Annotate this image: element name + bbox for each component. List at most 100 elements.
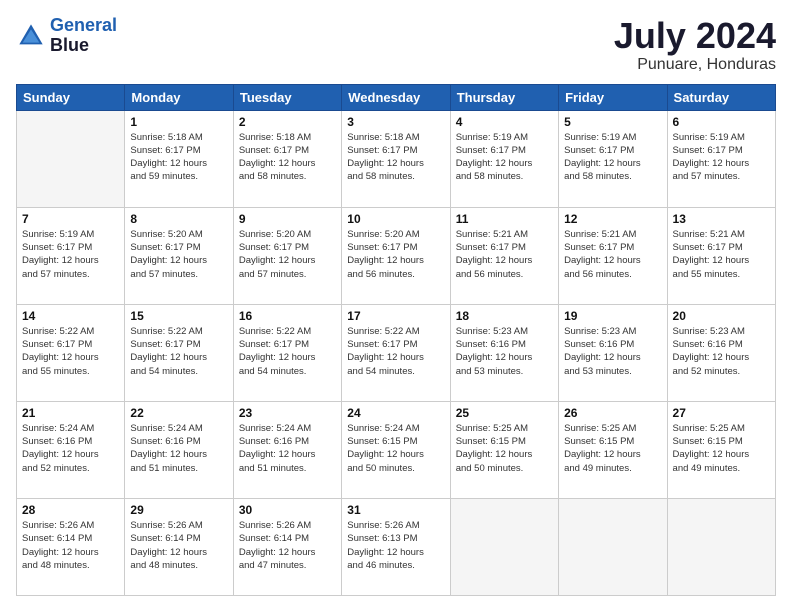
calendar-cell: 13 Sunrise: 5:21 AM Sunset: 6:17 PM Dayli… <box>667 207 775 304</box>
calendar-cell: 24 Sunrise: 5:24 AM Sunset: 6:15 PM Dayli… <box>342 401 450 498</box>
calendar-cell: 26 Sunrise: 5:25 AM Sunset: 6:15 PM Dayli… <box>559 401 667 498</box>
day-info: Sunrise: 5:19 AM Sunset: 6:17 PM Dayligh… <box>22 228 119 281</box>
calendar-cell: 20Sunrise: 5:23 AM Sunset: 6:16 PM Dayli… <box>667 304 775 401</box>
calendar-week-5: 28 Sunrise: 5:26 AM Sunset: 6:14 PM Dayli… <box>17 498 776 595</box>
title-block: July 2024 Punuare, Honduras <box>614 16 776 74</box>
day-info: Sunrise: 5:24 AM Sunset: 6:15 PM Dayligh… <box>347 422 444 475</box>
calendar-cell: 2 Sunrise: 5:18 AM Sunset: 6:17 PM Daylig… <box>233 110 341 207</box>
day-number: 19 <box>564 309 661 323</box>
day-info: Sunrise: 5:21 AM Sunset: 6:17 PM Dayligh… <box>456 228 553 281</box>
calendar-week-4: 21Sunrise: 5:24 AM Sunset: 6:16 PM Dayli… <box>17 401 776 498</box>
calendar-cell: 19Sunrise: 5:23 AM Sunset: 6:16 PM Dayli… <box>559 304 667 401</box>
calendar-cell <box>17 110 125 207</box>
calendar-cell: 8Sunrise: 5:20 AM Sunset: 6:17 PM Daylig… <box>125 207 233 304</box>
day-info: Sunrise: 5:22 AM Sunset: 6:17 PM Dayligh… <box>239 325 336 378</box>
day-number: 26 <box>564 406 661 420</box>
calendar-week-1: 1 Sunrise: 5:18 AM Sunset: 6:17 PM Daylig… <box>17 110 776 207</box>
day-number: 29 <box>130 503 227 517</box>
day-header-wednesday: Wednesday <box>342 84 450 110</box>
day-number: 3 <box>347 115 444 129</box>
day-info: Sunrise: 5:24 AM Sunset: 6:16 PM Dayligh… <box>239 422 336 475</box>
logo-text: General Blue <box>50 16 117 56</box>
logo: General Blue <box>16 16 117 56</box>
day-number: 22 <box>130 406 227 420</box>
calendar-cell: 25 Sunrise: 5:25 AM Sunset: 6:15 PM Dayli… <box>450 401 558 498</box>
day-number: 13 <box>673 212 770 226</box>
logo-line2: Blue <box>50 36 117 56</box>
calendar-table: SundayMondayTuesdayWednesdayThursdayFrid… <box>16 84 776 596</box>
day-number: 23 <box>239 406 336 420</box>
calendar-cell: 17 Sunrise: 5:22 AM Sunset: 6:17 PM Dayli… <box>342 304 450 401</box>
month-year: July 2024 <box>614 16 776 56</box>
day-number: 4 <box>456 115 553 129</box>
logo-icon <box>16 21 46 51</box>
day-info: Sunrise: 5:21 AM Sunset: 6:17 PM Dayligh… <box>673 228 770 281</box>
day-number: 11 <box>456 212 553 226</box>
day-number: 1 <box>130 115 227 129</box>
day-info: Sunrise: 5:23 AM Sunset: 6:16 PM Dayligh… <box>456 325 553 378</box>
day-number: 12 <box>564 212 661 226</box>
day-info: Sunrise: 5:19 AM Sunset: 6:17 PM Dayligh… <box>456 131 553 184</box>
day-info: Sunrise: 5:25 AM Sunset: 6:15 PM Dayligh… <box>564 422 661 475</box>
calendar-cell: 12 Sunrise: 5:21 AM Sunset: 6:17 PM Dayli… <box>559 207 667 304</box>
calendar-cell: 22 Sunrise: 5:24 AM Sunset: 6:16 PM Dayli… <box>125 401 233 498</box>
calendar-cell: 4 Sunrise: 5:19 AM Sunset: 6:17 PM Daylig… <box>450 110 558 207</box>
logo-line1: General <box>50 15 117 35</box>
calendar-cell: 5Sunrise: 5:19 AM Sunset: 6:17 PM Daylig… <box>559 110 667 207</box>
calendar-cell: 7 Sunrise: 5:19 AM Sunset: 6:17 PM Daylig… <box>17 207 125 304</box>
calendar-header-row: SundayMondayTuesdayWednesdayThursdayFrid… <box>17 84 776 110</box>
day-number: 14 <box>22 309 119 323</box>
day-number: 28 <box>22 503 119 517</box>
calendar-cell: 14 Sunrise: 5:22 AM Sunset: 6:17 PM Dayli… <box>17 304 125 401</box>
day-info: Sunrise: 5:26 AM Sunset: 6:14 PM Dayligh… <box>239 519 336 572</box>
calendar-cell <box>559 498 667 595</box>
day-info: Sunrise: 5:18 AM Sunset: 6:17 PM Dayligh… <box>239 131 336 184</box>
day-number: 30 <box>239 503 336 517</box>
day-number: 5 <box>564 115 661 129</box>
day-info: Sunrise: 5:24 AM Sunset: 6:16 PM Dayligh… <box>130 422 227 475</box>
calendar-cell: 29 Sunrise: 5:26 AM Sunset: 6:14 PM Dayli… <box>125 498 233 595</box>
calendar-cell: 16Sunrise: 5:22 AM Sunset: 6:17 PM Dayli… <box>233 304 341 401</box>
calendar-cell: 18 Sunrise: 5:23 AM Sunset: 6:16 PM Dayli… <box>450 304 558 401</box>
day-number: 18 <box>456 309 553 323</box>
day-info: Sunrise: 5:22 AM Sunset: 6:17 PM Dayligh… <box>130 325 227 378</box>
calendar-cell: 10 Sunrise: 5:20 AM Sunset: 6:17 PM Dayli… <box>342 207 450 304</box>
day-header-tuesday: Tuesday <box>233 84 341 110</box>
day-info: Sunrise: 5:23 AM Sunset: 6:16 PM Dayligh… <box>673 325 770 378</box>
day-number: 31 <box>347 503 444 517</box>
day-number: 9 <box>239 212 336 226</box>
calendar-cell: 1Sunrise: 5:18 AM Sunset: 6:17 PM Daylig… <box>125 110 233 207</box>
day-number: 17 <box>347 309 444 323</box>
day-info: Sunrise: 5:22 AM Sunset: 6:17 PM Dayligh… <box>347 325 444 378</box>
calendar-cell: 9Sunrise: 5:20 AM Sunset: 6:17 PM Daylig… <box>233 207 341 304</box>
day-number: 27 <box>673 406 770 420</box>
day-number: 2 <box>239 115 336 129</box>
calendar-week-2: 7 Sunrise: 5:19 AM Sunset: 6:17 PM Daylig… <box>17 207 776 304</box>
calendar-cell: 15 Sunrise: 5:22 AM Sunset: 6:17 PM Dayli… <box>125 304 233 401</box>
day-info: Sunrise: 5:21 AM Sunset: 6:17 PM Dayligh… <box>564 228 661 281</box>
day-info: Sunrise: 5:26 AM Sunset: 6:14 PM Dayligh… <box>130 519 227 572</box>
day-number: 7 <box>22 212 119 226</box>
day-number: 25 <box>456 406 553 420</box>
day-info: Sunrise: 5:20 AM Sunset: 6:17 PM Dayligh… <box>130 228 227 281</box>
calendar-cell: 6Sunrise: 5:19 AM Sunset: 6:17 PM Daylig… <box>667 110 775 207</box>
day-number: 24 <box>347 406 444 420</box>
calendar-cell: 28Sunrise: 5:26 AM Sunset: 6:14 PM Dayli… <box>17 498 125 595</box>
day-info: Sunrise: 5:25 AM Sunset: 6:15 PM Dayligh… <box>673 422 770 475</box>
day-number: 15 <box>130 309 227 323</box>
day-info: Sunrise: 5:24 AM Sunset: 6:16 PM Dayligh… <box>22 422 119 475</box>
location: Punuare, Honduras <box>614 56 776 74</box>
calendar-cell: 21Sunrise: 5:24 AM Sunset: 6:16 PM Dayli… <box>17 401 125 498</box>
page: General Blue July 2024 Punuare, Honduras… <box>0 0 792 612</box>
calendar-cell: 11 Sunrise: 5:21 AM Sunset: 6:17 PM Dayli… <box>450 207 558 304</box>
day-info: Sunrise: 5:20 AM Sunset: 6:17 PM Dayligh… <box>347 228 444 281</box>
day-number: 10 <box>347 212 444 226</box>
calendar-cell: 30 Sunrise: 5:26 AM Sunset: 6:14 PM Dayli… <box>233 498 341 595</box>
day-info: Sunrise: 5:26 AM Sunset: 6:13 PM Dayligh… <box>347 519 444 572</box>
day-info: Sunrise: 5:25 AM Sunset: 6:15 PM Dayligh… <box>456 422 553 475</box>
day-header-friday: Friday <box>559 84 667 110</box>
day-header-monday: Monday <box>125 84 233 110</box>
calendar-week-3: 14 Sunrise: 5:22 AM Sunset: 6:17 PM Dayli… <box>17 304 776 401</box>
day-info: Sunrise: 5:22 AM Sunset: 6:17 PM Dayligh… <box>22 325 119 378</box>
calendar-cell: 31 Sunrise: 5:26 AM Sunset: 6:13 PM Dayli… <box>342 498 450 595</box>
